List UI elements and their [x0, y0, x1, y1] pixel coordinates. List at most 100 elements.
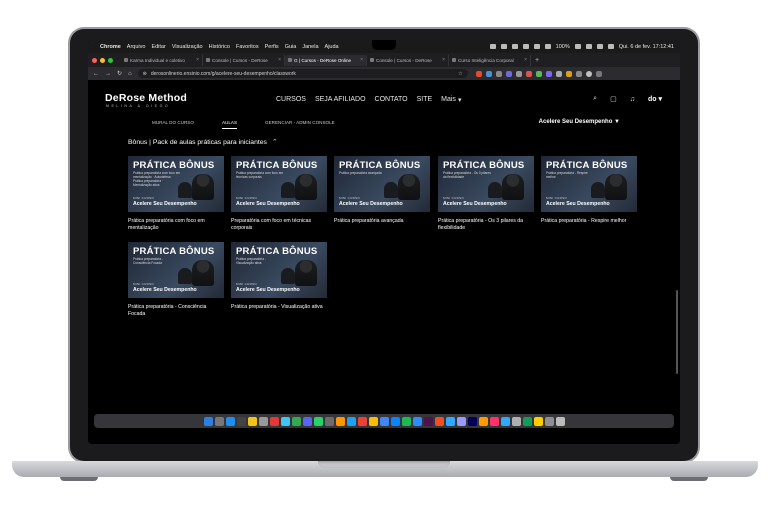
status-icon[interactable]	[500, 44, 507, 49]
user-avatar[interactable]: do ▾	[648, 95, 662, 103]
trash-icon[interactable]	[555, 416, 565, 426]
figma-icon[interactable]	[434, 416, 444, 426]
extension-icon[interactable]	[565, 70, 572, 77]
finder-icon[interactable]	[203, 416, 213, 426]
menu-visualizacao[interactable]: Visualização	[172, 44, 203, 50]
profile-avatar[interactable]	[585, 70, 592, 77]
home-icon[interactable]: ⌂	[128, 71, 132, 77]
clock[interactable]: Qui. 6 de fev. 17:12:41	[619, 44, 674, 50]
browser-tab[interactable]: Console | Cursos - DeRose ×	[367, 54, 449, 66]
tab-aulas[interactable]: AULAS	[221, 120, 238, 129]
menu-ajuda[interactable]: Ajuda	[325, 44, 339, 50]
close-window-icon[interactable]	[92, 57, 97, 63]
menu-perfis[interactable]: Perfis	[265, 44, 279, 50]
address-bar[interactable]: ⊜ derosonlinerio.ensinio.com/g/acelere-s…	[137, 69, 468, 78]
status-icon[interactable]	[511, 44, 518, 49]
menu-guia[interactable]: Guia	[285, 44, 297, 50]
extension-icon[interactable]	[525, 70, 532, 77]
dock-app-icon[interactable]	[258, 416, 268, 426]
lesson-thumbnail[interactable]: PRÁTICA BÔNUS Prática preparatória - Os …	[438, 156, 534, 212]
dock-app-icon[interactable]	[335, 416, 345, 426]
launchpad-icon[interactable]	[214, 416, 224, 426]
menu-historico[interactable]: Histórico	[209, 44, 230, 50]
forward-icon[interactable]: →	[105, 71, 111, 77]
lesson-title[interactable]: Prática preparatória - Os 3 pilares da f…	[438, 218, 534, 232]
dock-app-icon[interactable]	[511, 416, 521, 426]
zoom-window-icon[interactable]	[108, 57, 113, 63]
lightroom-icon[interactable]	[500, 416, 510, 426]
site-logo[interactable]: DeRose Method	[105, 93, 187, 104]
app-store-icon[interactable]	[225, 416, 235, 426]
close-tab-icon[interactable]: ×	[196, 57, 199, 63]
close-tab-icon[interactable]: ×	[278, 57, 281, 63]
menu-janela[interactable]: Janela	[302, 44, 318, 50]
bookmark-star-icon[interactable]: ☆	[458, 71, 462, 77]
lesson-title[interactable]: Prática preparatória com foco em mentali…	[128, 218, 224, 232]
dock-app-icon[interactable]	[357, 416, 367, 426]
audition-icon[interactable]	[467, 416, 477, 426]
lesson-card[interactable]: PRÁTICA BÔNUS Prática preparatória - Os …	[438, 156, 534, 232]
lesson-card[interactable]: PRÁTICA BÔNUS Prática preparatória - Con…	[128, 242, 224, 318]
zoom-icon[interactable]	[412, 416, 422, 426]
download-icon[interactable]	[575, 70, 582, 77]
whatsapp-icon[interactable]	[313, 416, 323, 426]
menu-favoritos[interactable]: Favoritos	[236, 44, 259, 50]
browser-tab[interactable]: Console | Cursos - DeRose ×	[203, 54, 285, 66]
extension-icon[interactable]	[495, 70, 502, 77]
chevron-up-icon[interactable]: ⌃	[272, 139, 278, 146]
extension-icon[interactable]	[545, 70, 552, 77]
lesson-card[interactable]: PRÁTICA BÔNUS Prática preparatória - Vis…	[231, 242, 327, 311]
lesson-title[interactable]: Prática preparatória - Visualização ativ…	[231, 304, 327, 311]
notifications-bell-icon[interactable]: ♫	[630, 96, 635, 103]
lesson-card[interactable]: PRÁTICA BÔNUS Prática preparatória com f…	[128, 156, 224, 232]
extension-icon[interactable]	[475, 70, 482, 77]
dock-app-icon[interactable]	[346, 416, 356, 426]
lesson-card[interactable]: PRÁTICA BÔNUS Prática preparatória avanç…	[334, 156, 430, 225]
spotlight-icon[interactable]	[596, 44, 603, 49]
lesson-card[interactable]: PRÁTICA BÔNUS Prática preparatória - Res…	[541, 156, 637, 225]
dock-app-icon[interactable]	[280, 416, 290, 426]
illustrator-icon[interactable]	[478, 416, 488, 426]
notes-icon[interactable]	[533, 416, 543, 426]
reload-icon[interactable]: ↻	[117, 70, 122, 77]
battery-icon[interactable]	[574, 44, 581, 49]
minimize-window-icon[interactable]	[100, 57, 105, 63]
close-tab-icon[interactable]: ×	[524, 57, 527, 63]
nav-contato[interactable]: CONTATO	[375, 96, 408, 104]
page-scrollbar[interactable]	[676, 290, 678, 374]
nav-more-dropdown[interactable]: Mais ▾	[441, 96, 461, 104]
close-tab-icon[interactable]: ×	[360, 57, 363, 63]
section-title[interactable]: Bônus | Pack de aulas práticas para inic…	[128, 138, 278, 146]
dock-app-icon[interactable]	[390, 416, 400, 426]
chrome-icon[interactable]	[379, 416, 389, 426]
extension-icon[interactable]	[555, 70, 562, 77]
lesson-card[interactable]: PRÁTICA BÔNUS Prática preparatória com f…	[231, 156, 327, 232]
volume-icon[interactable]	[544, 44, 551, 49]
site-info-icon[interactable]: ⊜	[143, 71, 147, 77]
premiere-icon[interactable]	[456, 416, 466, 426]
browser-menu-icon[interactable]	[595, 70, 602, 77]
course-select-dropdown[interactable]: Acelere Seu Desempenho ▼	[539, 119, 620, 125]
nav-seja-afiliado[interactable]: SEJA AFILIADO	[315, 96, 366, 104]
slack-icon[interactable]	[423, 416, 433, 426]
lesson-thumbnail[interactable]: PRÁTICA BÔNUS Prática preparatória com f…	[231, 156, 327, 212]
lesson-thumbnail[interactable]: PRÁTICA BÔNUS Prática preparatória - Con…	[128, 242, 224, 298]
extension-icon[interactable]	[515, 70, 522, 77]
browser-tab-active[interactable]: G | Cursos - DeRose Online ×	[285, 54, 367, 66]
photoshop-icon[interactable]	[445, 416, 455, 426]
cart-icon[interactable]: ▢	[610, 95, 617, 103]
new-tab-button[interactable]: +	[535, 57, 539, 64]
dock-app-icon[interactable]	[522, 416, 532, 426]
close-tab-icon[interactable]: ×	[442, 57, 445, 63]
browser-tab[interactable]: Curso Inteligência Corporal ×	[449, 54, 531, 66]
wifi-icon[interactable]	[585, 44, 592, 49]
dock-app-icon[interactable]	[236, 416, 246, 426]
nav-site[interactable]: SITE	[417, 96, 433, 104]
tab-mural-do-curso[interactable]: MURAL DO CURSO	[152, 120, 194, 129]
back-icon[interactable]: ←	[93, 71, 99, 77]
status-icon[interactable]	[522, 44, 529, 49]
lesson-title[interactable]: Prática preparatória - Respire melhor	[541, 218, 637, 225]
dock-app-icon[interactable]	[324, 416, 334, 426]
lesson-title[interactable]: Prática preparatória avançada	[334, 218, 430, 225]
extension-icon[interactable]	[505, 70, 512, 77]
